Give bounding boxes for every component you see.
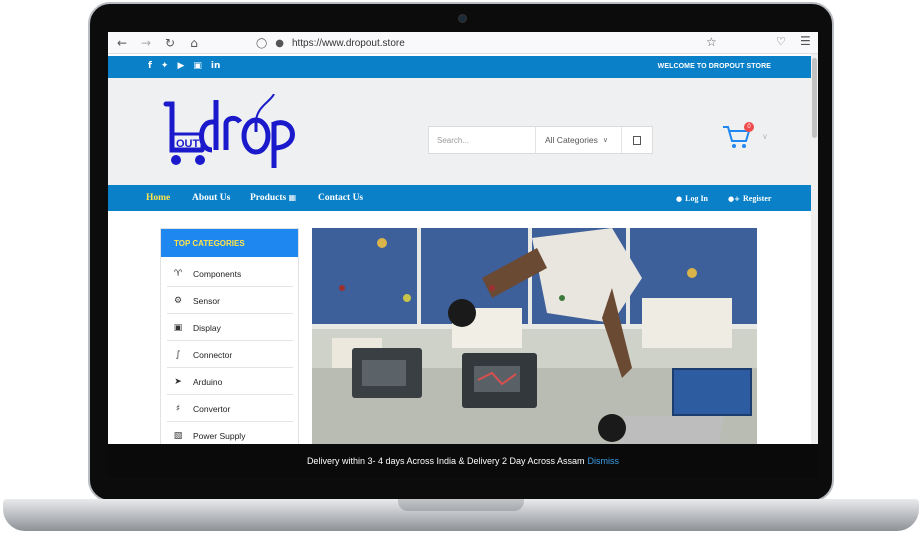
dropout-logo-icon: OUT bbox=[163, 93, 295, 168]
login-label: Log In bbox=[685, 194, 709, 203]
webcam bbox=[458, 14, 467, 23]
search-bar: All Categories ∨ bbox=[428, 126, 653, 154]
social-links: f ✦ ▶ ▣ in bbox=[148, 61, 220, 71]
category-select-label: All Categories bbox=[545, 135, 598, 145]
category-item-convertor[interactable]: ♯ Convertor bbox=[167, 396, 293, 422]
search-icon bbox=[633, 135, 641, 145]
category-label: Components bbox=[193, 268, 242, 279]
instagram-icon[interactable]: ▣ bbox=[193, 61, 202, 71]
register-link[interactable]: ●+ Register bbox=[728, 194, 771, 203]
site-header: OUT Search... All Categories ∨ 0 ∨ bbox=[108, 78, 811, 185]
scrollbar-thumb[interactable] bbox=[812, 58, 817, 138]
delivery-notice-text: Delivery within 3- 4 days Across India &… bbox=[306, 456, 585, 466]
nav-products-label: Products bbox=[250, 193, 287, 203]
shield-icon: ◯ bbox=[256, 37, 268, 49]
welcome-text: WELCOME TO DROPOUT STORE bbox=[657, 63, 771, 70]
sensor-icon: ⚙ bbox=[173, 295, 183, 306]
chevron-down-icon: ∨ bbox=[602, 137, 609, 144]
search-button[interactable] bbox=[621, 127, 652, 153]
arrow-right-icon[interactable]: → bbox=[134, 36, 158, 50]
laptop-frame: ← → ↻ ⌂ ◯ ● https://www.dropout.store ☆ … bbox=[0, 0, 922, 537]
nav-about[interactable]: About Us bbox=[192, 193, 230, 203]
address-bar[interactable]: ◯ ● https://www.dropout.store bbox=[256, 34, 726, 52]
user-icon: ● bbox=[676, 195, 683, 203]
power-supply-icon: ▧ bbox=[173, 430, 183, 441]
category-item-arduino[interactable]: ➤ Arduino bbox=[167, 369, 293, 395]
page-scrollbar[interactable] bbox=[811, 54, 818, 478]
chevron-down-icon[interactable]: ∨ bbox=[762, 132, 768, 141]
register-label: Register bbox=[742, 194, 772, 203]
nav-products[interactable]: Products ▦ bbox=[250, 193, 296, 203]
main-nav: Home About Us Products ▦ Contact Us ● Log… bbox=[108, 185, 811, 211]
hero-banner[interactable] bbox=[312, 228, 757, 458]
cart-count-badge: 0 bbox=[744, 122, 754, 132]
youtube-icon[interactable]: ▶ bbox=[177, 61, 184, 71]
category-select[interactable]: All Categories ∨ bbox=[535, 127, 621, 153]
connector-icon: ∫ bbox=[175, 349, 181, 360]
arduino-icon: ➤ bbox=[174, 376, 182, 387]
category-label: Power Supply bbox=[193, 430, 246, 441]
category-label: Display bbox=[193, 322, 221, 333]
convertor-icon: ♯ bbox=[175, 403, 181, 414]
hero-image bbox=[312, 228, 757, 458]
login-link[interactable]: ● Log In bbox=[676, 194, 708, 203]
search-input[interactable] bbox=[429, 127, 534, 153]
component-icon: ♈ bbox=[173, 268, 183, 279]
facebook-icon[interactable]: f bbox=[148, 61, 152, 71]
lock-icon: ● bbox=[275, 37, 284, 49]
site-logo[interactable]: OUT bbox=[162, 93, 302, 177]
dismiss-link[interactable]: Dismiss bbox=[588, 456, 620, 466]
bookmark-star-icon[interactable]: ☆ bbox=[706, 35, 717, 49]
category-label: Sensor bbox=[193, 295, 220, 306]
display-icon: ▣ bbox=[173, 322, 183, 333]
category-label: Connector bbox=[193, 349, 233, 360]
category-item-components[interactable]: ♈ Components bbox=[167, 261, 293, 287]
browser-toolbar: ← → ↻ ⌂ ◯ ● https://www.dropout.store ☆ … bbox=[108, 32, 818, 54]
delivery-notice-bar: Delivery within 3- 4 days Across India &… bbox=[108, 444, 818, 478]
category-item-sensor[interactable]: ⚙ Sensor bbox=[167, 288, 293, 314]
category-item-connector[interactable]: ∫ Connector bbox=[167, 342, 293, 368]
reload-icon[interactable]: ↻ bbox=[158, 36, 182, 50]
linkedin-icon[interactable]: in bbox=[211, 61, 221, 71]
twitter-icon[interactable]: ✦ bbox=[161, 61, 169, 71]
pocket-icon[interactable]: ♡ bbox=[776, 35, 786, 48]
category-item-display[interactable]: ▣ Display bbox=[167, 315, 293, 341]
nav-contact[interactable]: Contact Us bbox=[318, 193, 363, 203]
top-categories-panel: TOP CATEGORIES ♈ Components ⚙ Sensor ▣ D… bbox=[160, 228, 299, 458]
browser-window: ← → ↻ ⌂ ◯ ● https://www.dropout.store ☆ … bbox=[108, 32, 818, 478]
url-text: https://www.dropout.store bbox=[291, 37, 405, 49]
grid-icon: ▦ bbox=[288, 193, 297, 202]
top-categories-title: TOP CATEGORIES bbox=[161, 229, 298, 257]
cart-button[interactable]: 0 ∨ bbox=[722, 122, 768, 155]
svg-text:OUT: OUT bbox=[176, 138, 200, 150]
website: f ✦ ▶ ▣ in WELCOME TO DROPOUT STORE OUT bbox=[108, 54, 818, 478]
arrow-left-icon[interactable]: ← bbox=[110, 36, 134, 50]
user-plus-icon: ●+ bbox=[728, 195, 740, 203]
category-label: Arduino bbox=[193, 376, 223, 387]
laptop-notch bbox=[398, 499, 524, 511]
hamburger-menu-icon[interactable]: ☰ bbox=[800, 34, 811, 48]
top-bar: f ✦ ▶ ▣ in WELCOME TO DROPOUT STORE bbox=[108, 56, 811, 78]
home-icon[interactable]: ⌂ bbox=[182, 36, 206, 50]
nav-home[interactable]: Home bbox=[146, 193, 170, 203]
category-label: Convertor bbox=[193, 403, 231, 414]
